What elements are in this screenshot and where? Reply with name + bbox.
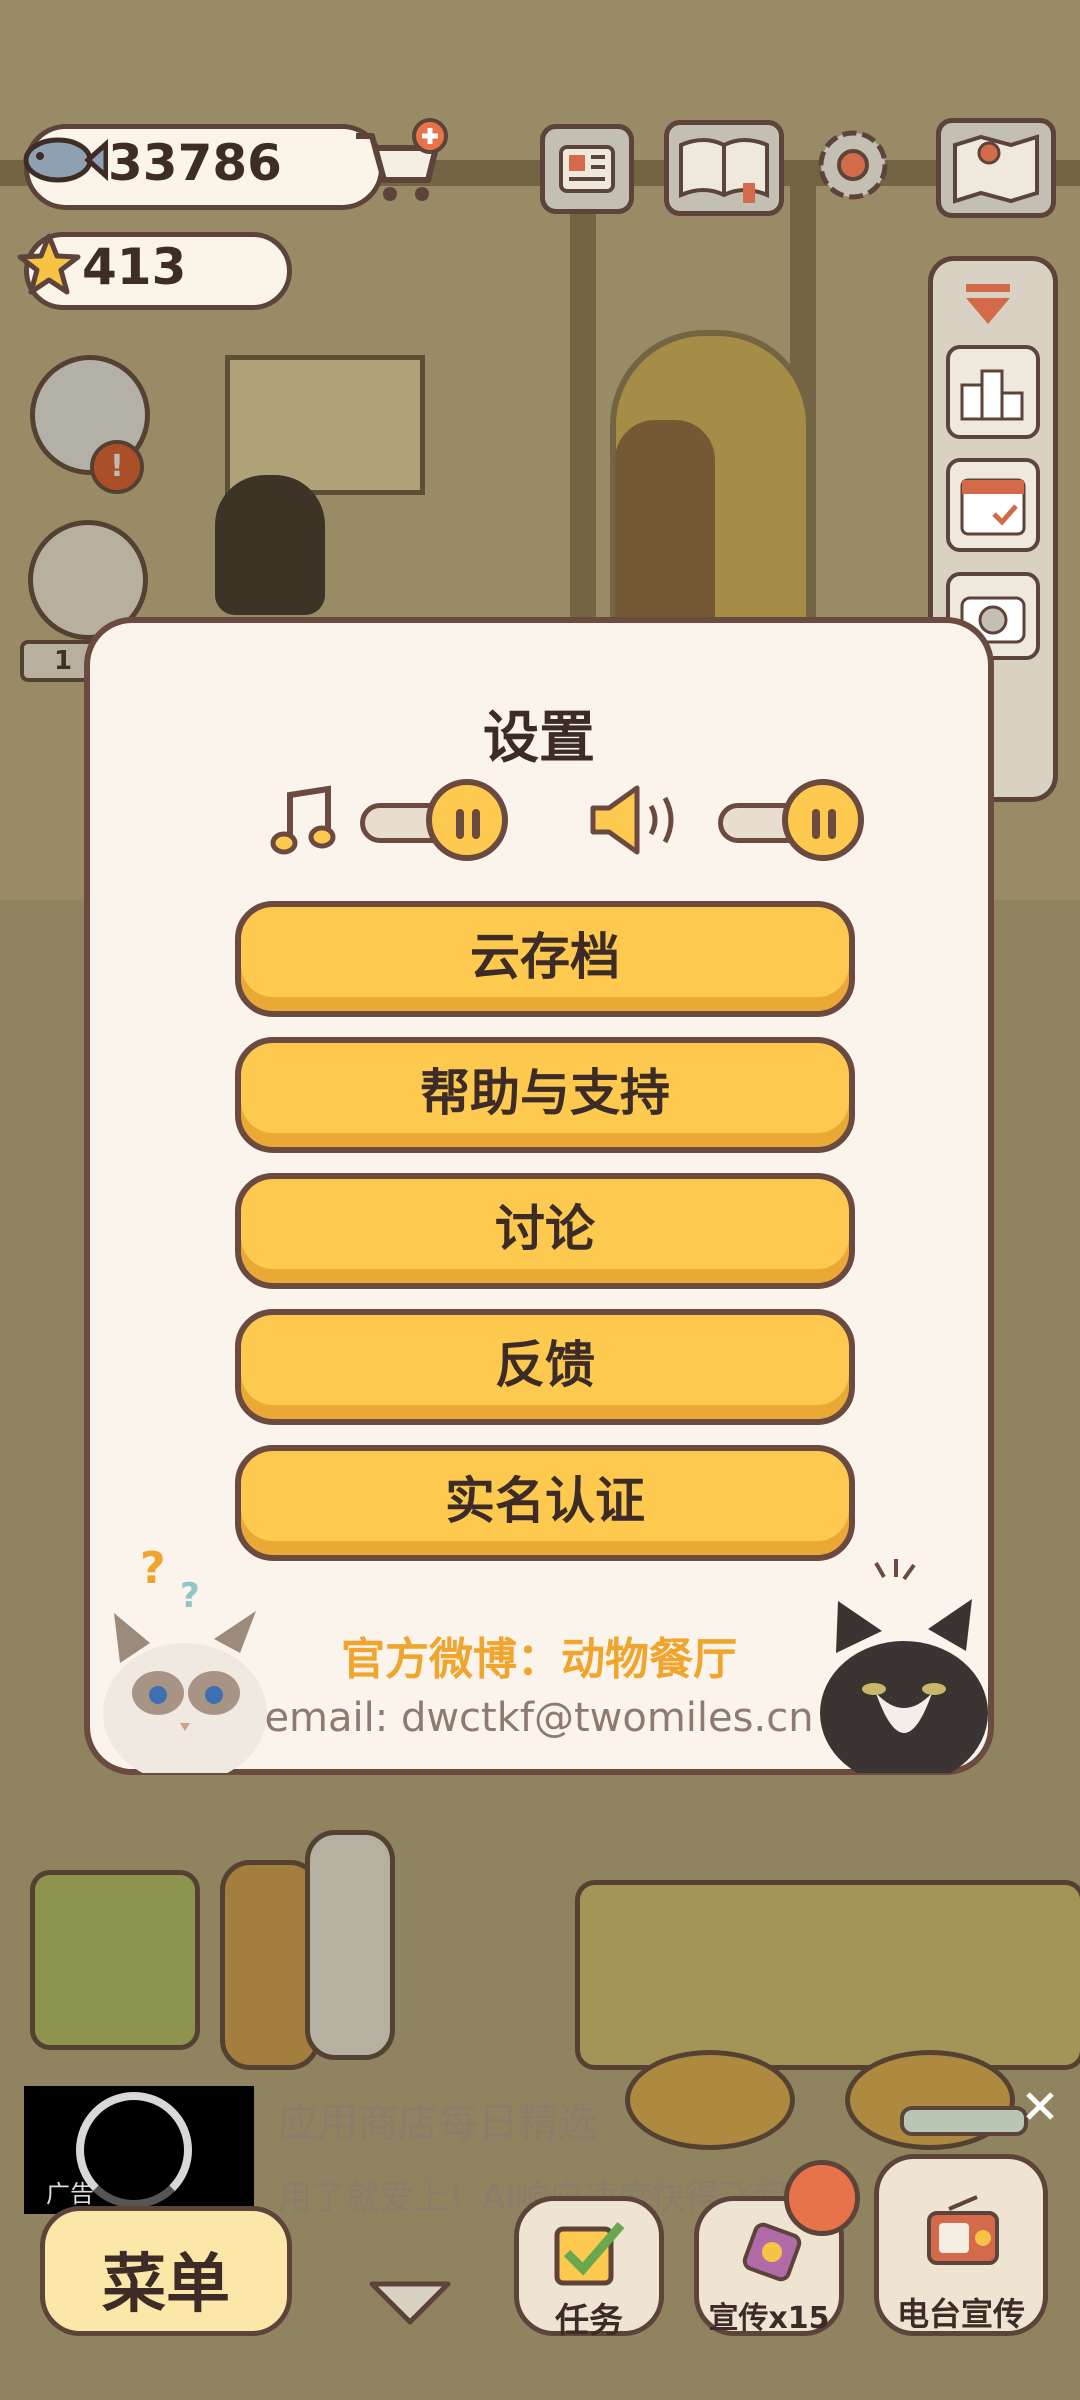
gear-settings-icon[interactable]: [808, 120, 898, 210]
menu-button[interactable]: 菜单: [40, 2206, 292, 2336]
expand-arrow-icon[interactable]: [364, 2274, 456, 2330]
discussion-button[interactable]: 讨论: [235, 1173, 855, 1289]
dialog-title: 设置: [483, 706, 595, 771]
knob-grip: [456, 809, 464, 839]
settings-dialog: 设置 云存档 帮助与支持 讨论 反馈 实名认证 ? ? 官方微博：动物餐厅 em…: [84, 617, 994, 1785]
star-count: 413: [82, 238, 187, 296]
notification-badge: [784, 2160, 860, 2236]
radio-icon: [919, 2189, 1007, 2277]
task-label: 任务: [555, 2301, 623, 2341]
newspaper-icon[interactable]: [540, 124, 634, 214]
ranking-podium-icon[interactable]: [946, 345, 1040, 439]
close-icon[interactable]: [1020, 2086, 1060, 2126]
radio-promotion-label: 电台宣传: [896, 2295, 1025, 2333]
ad-progress-bar: [900, 2106, 1028, 2136]
contact-email-text: email: dwctkf@twomiles.cn: [264, 1695, 814, 1741]
map-icon[interactable]: [936, 118, 1056, 218]
collapse-arrow-icon[interactable]: [960, 280, 1016, 330]
knob-grip: [812, 809, 820, 839]
calendar-icon[interactable]: [946, 458, 1040, 552]
ad-badge: 广告: [46, 2180, 94, 2208]
sound-volume-knob[interactable]: [782, 779, 864, 861]
official-weibo-text: 官方微博：动物餐厅: [341, 1634, 737, 1685]
feedback-button[interactable]: 反馈: [235, 1309, 855, 1425]
svg-text:?: ?: [180, 1576, 200, 1616]
radio-promotion-button[interactable]: 电台宣传: [874, 2154, 1048, 2336]
checkmark-icon: [549, 2215, 629, 2291]
task-button[interactable]: 任务: [514, 2196, 664, 2341]
real-name-verification-button[interactable]: 实名认证: [235, 1445, 855, 1561]
help-support-button[interactable]: 帮助与支持: [235, 1037, 855, 1153]
fish-count: 33786: [108, 134, 282, 192]
music-volume-knob[interactable]: [426, 779, 508, 861]
shop-cart-icon[interactable]: [350, 118, 450, 208]
star-icon: [14, 230, 84, 300]
knob-grip: [472, 809, 480, 839]
music-note-icon: [268, 781, 338, 861]
knob-grip: [828, 809, 836, 839]
ad-thumbnail[interactable]: 广告: [24, 2086, 254, 2214]
promotion-label: 宣传x15: [708, 2301, 830, 2336]
speaker-icon: [585, 778, 695, 862]
menu-label: 菜单: [102, 2248, 230, 2322]
recipe-book-icon[interactable]: [664, 120, 784, 216]
fish-icon: [18, 120, 109, 200]
ad-title[interactable]: 应用商店每日精选: [278, 2090, 598, 2148]
cloud-save-button[interactable]: 云存档: [235, 901, 855, 1017]
svg-text:?: ?: [140, 1543, 166, 1594]
